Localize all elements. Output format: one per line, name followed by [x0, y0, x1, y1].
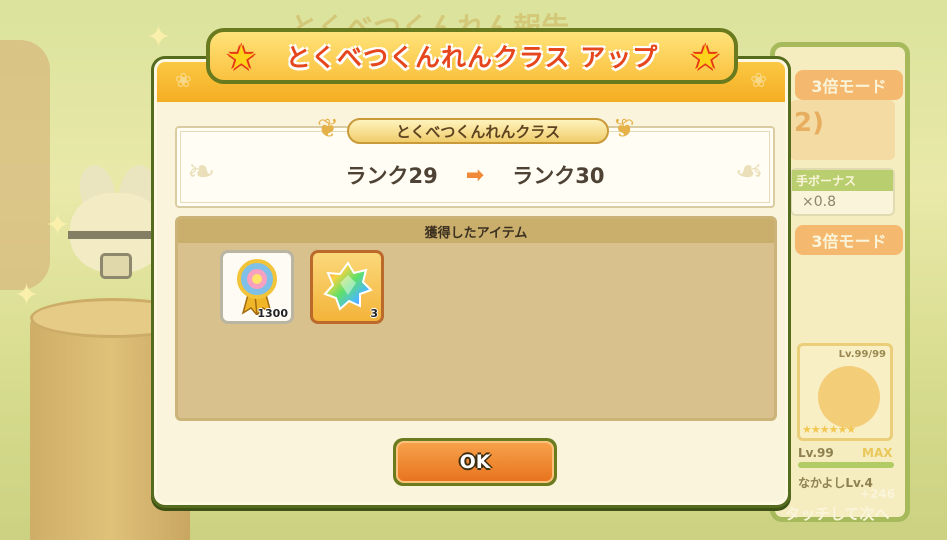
- dialog-title-ribbon: とくべつくんれんクラス アップ: [206, 28, 738, 84]
- items-header: 獲得したアイテム: [178, 219, 774, 243]
- rank-from: ランク29: [345, 164, 438, 188]
- class-up-dialog: ❀ ❀ ❦ とくべつくんれんクラス ❦ ❧ ❧ ランク29 ➡ ランク30 獲得…: [151, 56, 791, 508]
- item-slot-medal[interactable]: 1300: [220, 250, 294, 324]
- item-slot-rainbow-gem[interactable]: 3: [310, 250, 384, 324]
- item-count: 3: [370, 307, 378, 320]
- star-right-icon: ★: [690, 38, 721, 78]
- star-left-icon: ★: [226, 38, 257, 78]
- wing-right-icon: ❦: [613, 114, 635, 144]
- ok-button-label: OK: [396, 441, 554, 483]
- paw-icon: ❀: [750, 68, 767, 92]
- dialog-title: とくべつくんれんクラス アップ: [285, 43, 659, 72]
- class-label: とくべつくんれんクラス: [347, 118, 609, 144]
- wing-left-icon: ❦: [317, 114, 339, 144]
- paw-icon: ❀: [175, 68, 192, 92]
- ok-button[interactable]: OK: [393, 438, 557, 486]
- arrow-right-icon: ➡: [465, 162, 485, 188]
- class-rank-panel: ❦ とくべつくんれんクラス ❦ ❧ ❧ ランク29 ➡ ランク30: [175, 114, 775, 208]
- item-count: 1300: [257, 307, 288, 320]
- obtained-items-panel: 獲得したアイテム 1300 3: [175, 216, 777, 421]
- rainbow-gem-icon: [323, 261, 373, 311]
- rank-to: ランク30: [512, 164, 605, 188]
